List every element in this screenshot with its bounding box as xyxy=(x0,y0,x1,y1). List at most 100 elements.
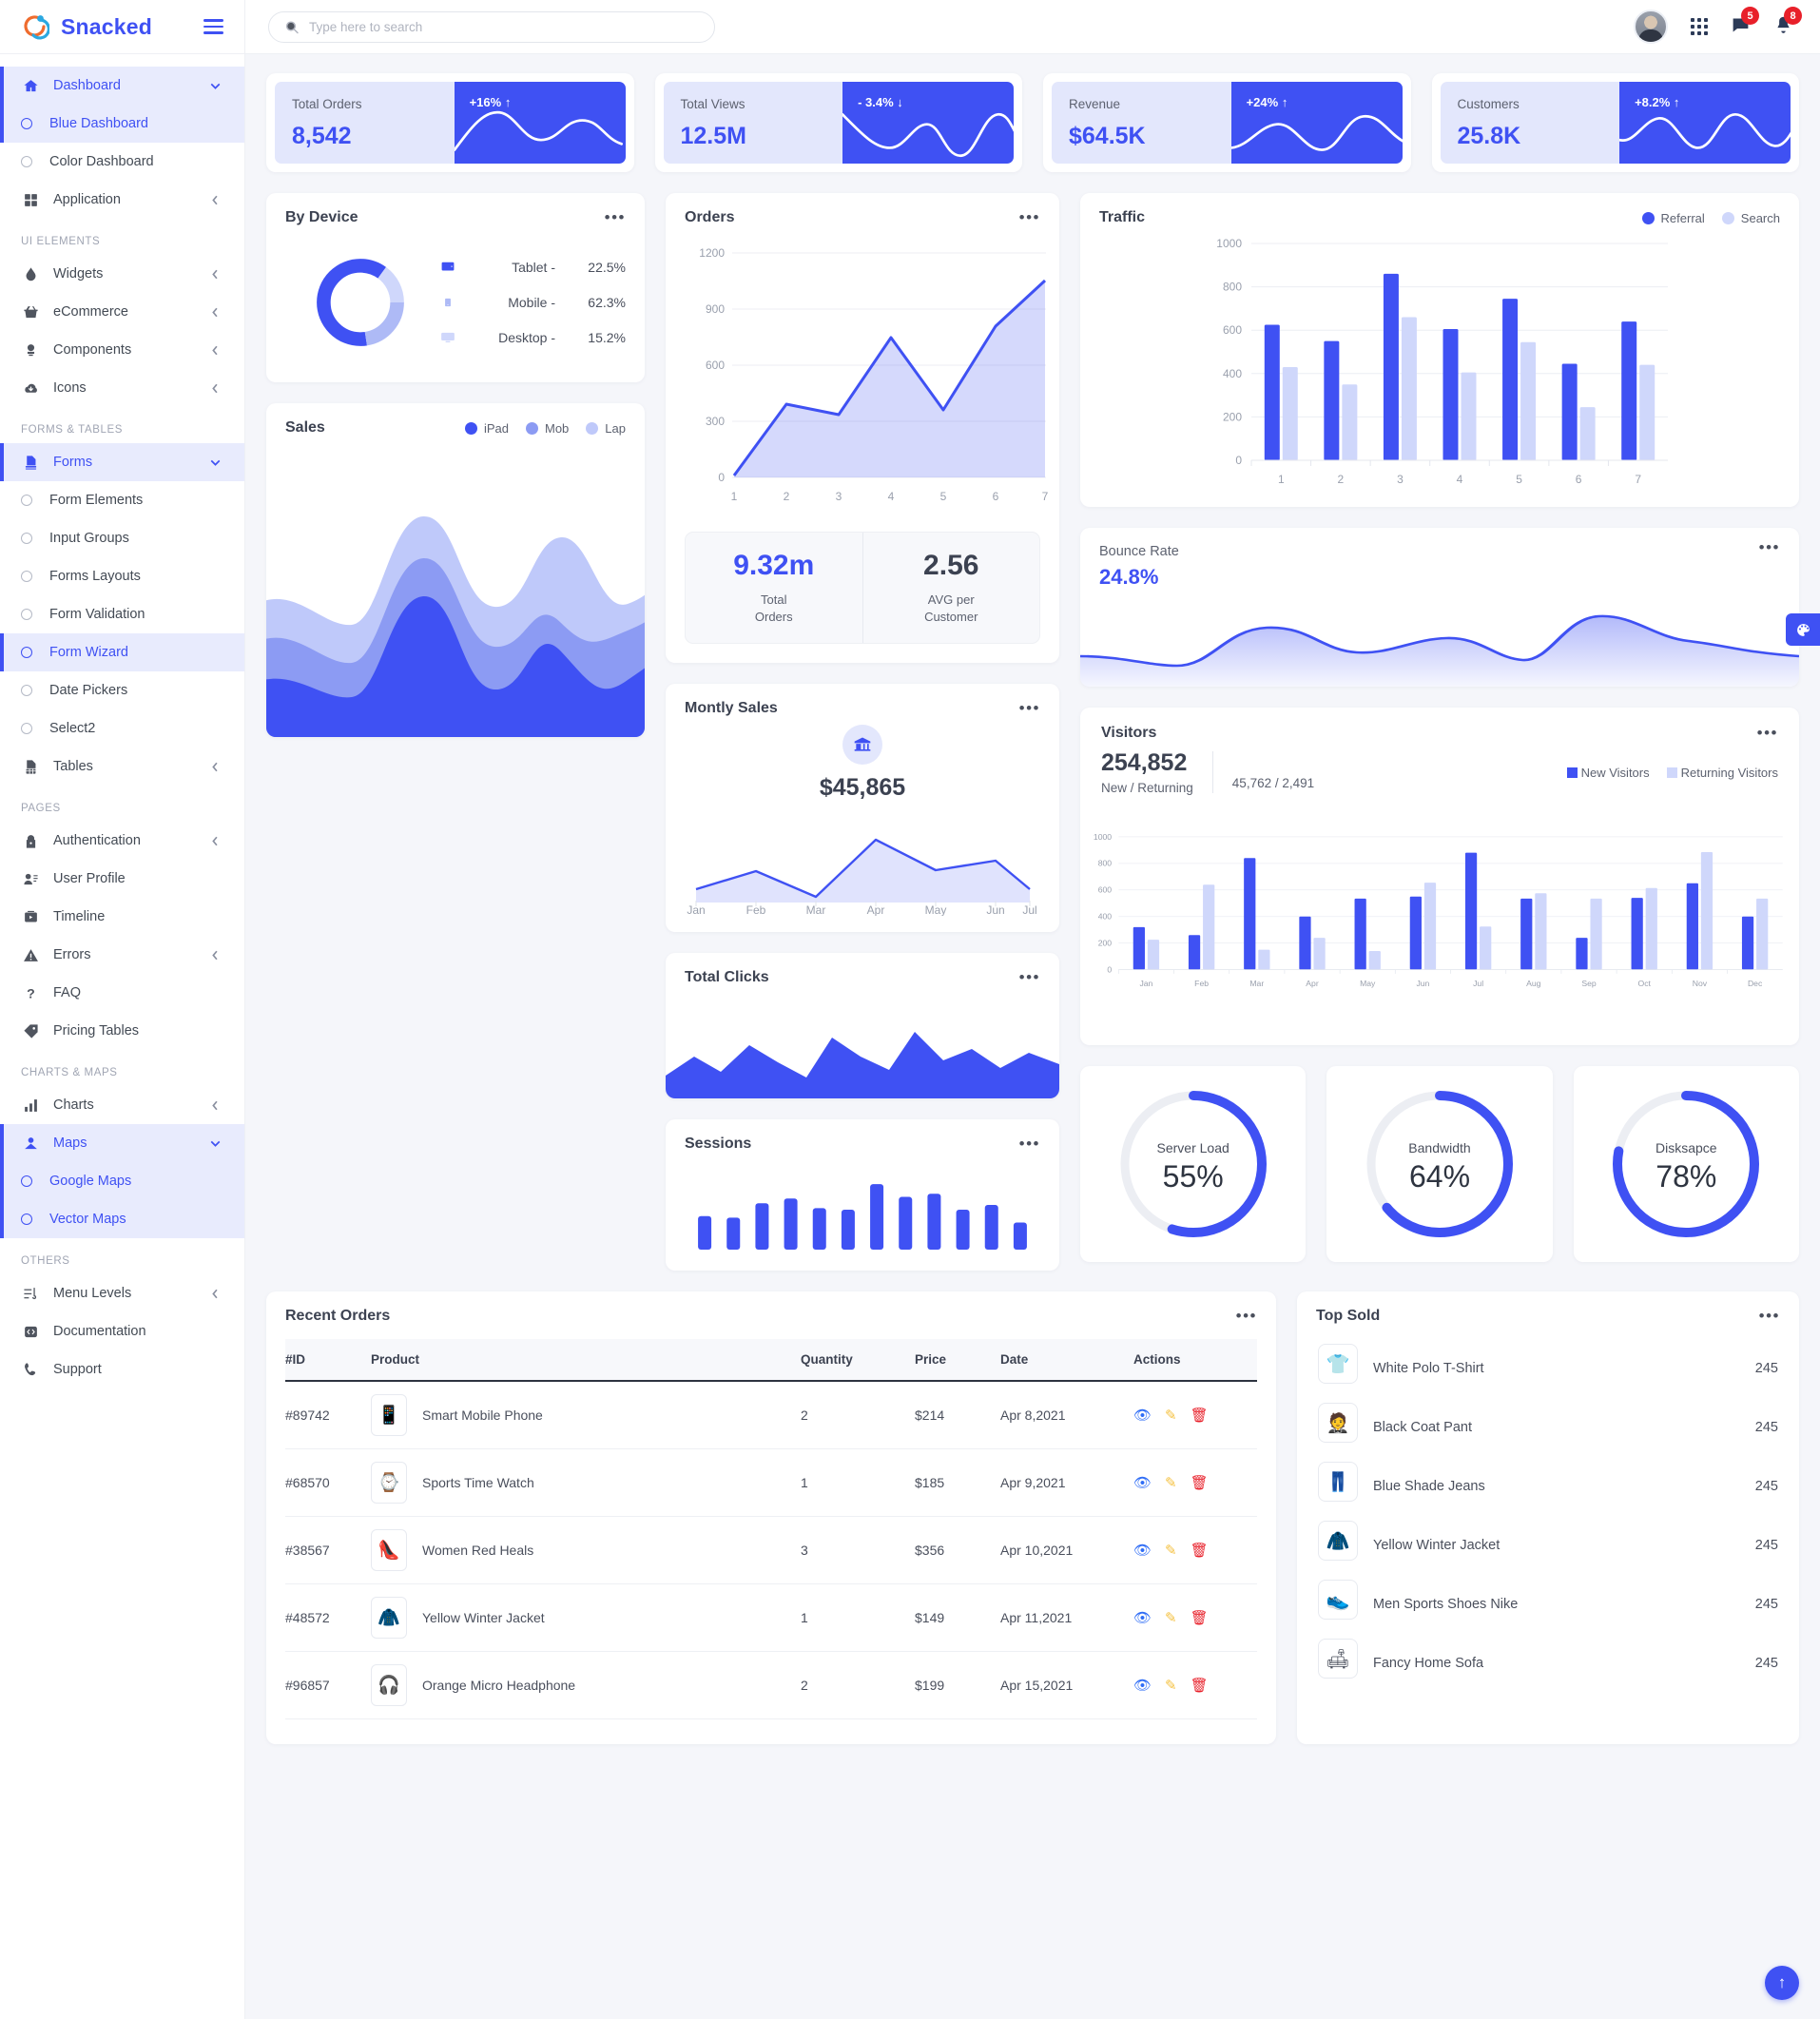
search-box[interactable] xyxy=(268,10,715,43)
top-sold-item[interactable]: 🧥 Yellow Winter Jacket 245 xyxy=(1297,1511,1799,1570)
stat-card-customers[interactable]: Customers 25.8K +8.2% ↑ xyxy=(1431,73,1799,172)
sidebar-item-application[interactable]: Application xyxy=(0,181,244,219)
more-icon[interactable]: ••• xyxy=(605,209,626,225)
edit-icon[interactable]: ✎ xyxy=(1165,1542,1177,1559)
device-legend-row[interactable]: Tablet - 22.5% xyxy=(437,260,626,275)
sidebar-item-faq[interactable]: ? FAQ xyxy=(0,974,244,1012)
sidebar-item-menu-levels[interactable]: Menu Levels xyxy=(0,1274,244,1312)
sidebar-item-blue-dashboard[interactable]: Blue Dashboard xyxy=(0,105,244,143)
delete-icon[interactable]: 🗑 xyxy=(1191,1407,1209,1424)
table-row[interactable]: #89742 📱 Smart Mobile Phone 2 $214 Apr 8,2021… xyxy=(285,1381,1257,1449)
delete-icon[interactable]: 🗑 xyxy=(1191,1542,1209,1559)
sidebar-item-select2[interactable]: Select2 xyxy=(0,709,244,747)
sidebar-item-vector-maps[interactable]: Vector Maps xyxy=(0,1200,244,1238)
edit-icon[interactable]: ✎ xyxy=(1165,1474,1177,1491)
more-icon[interactable]: ••• xyxy=(1759,1308,1780,1324)
stat-card-total-views[interactable]: Total Views 12.5M - 3.4% ↓ xyxy=(654,73,1022,172)
stat-label: Customers xyxy=(1457,97,1520,111)
sidebar-item-input-groups[interactable]: Input Groups xyxy=(0,519,244,557)
avatar[interactable] xyxy=(1634,10,1668,44)
sidebar-item-date-pickers[interactable]: Date Pickers xyxy=(0,671,244,709)
top-sold-item[interactable]: 👟 Men Sports Shoes Nike 245 xyxy=(1297,1570,1799,1629)
search-input[interactable] xyxy=(308,19,699,34)
sidebar-item-color-dashboard[interactable]: Color Dashboard xyxy=(0,143,244,181)
edit-icon[interactable]: ✎ xyxy=(1165,1609,1177,1626)
legend-mob[interactable]: Mob xyxy=(526,421,569,436)
more-icon[interactable]: ••• xyxy=(1019,1136,1040,1152)
sidebar-item-pricing-tables[interactable]: Pricing Tables xyxy=(0,1012,244,1050)
bar xyxy=(1645,887,1657,970)
total-clicks-header: Total Clicks ••• xyxy=(666,953,1059,986)
sidebar-item-icons[interactable]: Icons xyxy=(0,369,244,407)
sidebar-item-widgets[interactable]: Widgets xyxy=(0,255,244,293)
messages-button[interactable]: 5 xyxy=(1731,7,1759,38)
stat-card-revenue[interactable]: Revenue $64.5K +24% ↑ xyxy=(1043,73,1411,172)
sales-title: Sales xyxy=(285,419,325,436)
sidebar-item-support[interactable]: Support xyxy=(0,1350,244,1388)
top-sold-item[interactable]: 🛋 Fancy Home Sofa 245 xyxy=(1297,1629,1799,1688)
table-row[interactable]: #68570 ⌚ Sports Time Watch 1 $185 Apr 9,2021 👁… xyxy=(285,1448,1257,1517)
sidebar-item-google-maps[interactable]: Google Maps xyxy=(0,1162,244,1200)
legend-ipad[interactable]: iPad xyxy=(464,421,509,436)
sidebar-item-user-profile[interactable]: User Profile xyxy=(0,860,244,898)
sidebar-item-tables[interactable]: Tables xyxy=(0,747,244,786)
more-icon[interactable]: ••• xyxy=(1019,209,1040,225)
edit-icon[interactable]: ✎ xyxy=(1165,1407,1177,1424)
top-sold-item[interactable]: 👖 Blue Shade Jeans 245 xyxy=(1297,1452,1799,1511)
legend-returning-visitors[interactable]: Returning Visitors xyxy=(1666,766,1778,780)
sidebar-item-ecommerce[interactable]: eCommerce xyxy=(0,293,244,331)
notifications-button[interactable]: 8 xyxy=(1773,7,1802,38)
sidebar-item-dashboard[interactable]: Dashboard xyxy=(0,67,244,105)
legend-lap[interactable]: Lap xyxy=(586,421,626,436)
legend-search[interactable]: Search xyxy=(1721,211,1780,225)
top-sold-item[interactable]: 👕 White Polo T-Shirt 245 xyxy=(1297,1334,1799,1393)
sidebar-item-charts[interactable]: Charts xyxy=(0,1086,244,1124)
view-icon[interactable]: 👁 xyxy=(1133,1407,1152,1424)
sidebar-item-documentation[interactable]: Documentation xyxy=(0,1312,244,1350)
more-icon[interactable]: ••• xyxy=(1759,539,1780,555)
sidebar-item-timeline[interactable]: Timeline xyxy=(0,898,244,936)
sidebar-item-form-elements[interactable]: Form Elements xyxy=(0,481,244,519)
phone-icon: 📱 xyxy=(371,1394,407,1436)
more-icon[interactable]: ••• xyxy=(1236,1308,1257,1324)
view-icon[interactable]: 👁 xyxy=(1133,1677,1152,1694)
view-icon[interactable]: 👁 xyxy=(1133,1474,1152,1491)
sidebar-item-forms[interactable]: Forms xyxy=(0,443,244,481)
product-name: Yellow Winter Jacket xyxy=(422,1610,545,1625)
apps-grid-icon[interactable] xyxy=(1691,18,1708,35)
table-row[interactable]: #48572 🧥 Yellow Winter Jacket 1 $149 Apr 11,2… xyxy=(285,1583,1257,1652)
sidebar-item-errors[interactable]: Errors xyxy=(0,936,244,974)
more-icon[interactable]: ••• xyxy=(1019,969,1040,985)
sidebar-item-form-wizard[interactable]: Form Wizard xyxy=(0,633,244,671)
delete-icon[interactable]: 🗑 xyxy=(1191,1609,1209,1626)
top-sold-item[interactable]: 🤵 Black Coat Pant 245 xyxy=(1297,1393,1799,1452)
sidebar-item-label: Dashboard xyxy=(53,78,121,93)
gauge-label: Disksapce xyxy=(1655,1140,1717,1155)
legend-referral[interactable]: Referral xyxy=(1641,211,1705,225)
legend-new-visitors[interactable]: New Visitors xyxy=(1566,766,1650,780)
headphone-icon: 🎧 xyxy=(371,1664,407,1706)
hamburger-icon[interactable] xyxy=(203,19,223,34)
delete-icon[interactable]: 🗑 xyxy=(1191,1474,1209,1491)
more-icon[interactable]: ••• xyxy=(1019,700,1040,716)
sidebar-item-maps[interactable]: Maps xyxy=(0,1124,244,1162)
view-icon[interactable]: 👁 xyxy=(1133,1609,1152,1626)
table-row[interactable]: #38567 👠 Women Red Heals 3 $356 Apr 10,2021 👁 ✎… xyxy=(285,1516,1257,1584)
stat-card-total-orders[interactable]: Total Orders 8,542 +16% ↑ xyxy=(266,73,634,172)
scroll-to-top-button[interactable]: ↑ xyxy=(1765,1966,1799,2000)
more-icon[interactable]: ••• xyxy=(1757,725,1778,741)
view-icon[interactable]: 👁 xyxy=(1133,1542,1152,1559)
sidebar-item-components[interactable]: Components xyxy=(0,331,244,369)
sidebar-item-authentication[interactable]: Authentication xyxy=(0,822,244,860)
radio-icon xyxy=(17,1175,36,1187)
edit-icon[interactable]: ✎ xyxy=(1165,1677,1177,1694)
theme-settings-button[interactable] xyxy=(1786,613,1820,646)
sidebar-item-form-validation[interactable]: Form Validation xyxy=(0,595,244,633)
svg-text:4: 4 xyxy=(888,490,895,503)
device-legend-row[interactable]: Desktop - 15.2% xyxy=(437,330,626,345)
delete-icon[interactable]: 🗑 xyxy=(1191,1677,1209,1694)
device-legend-row[interactable]: Mobile - 62.3% xyxy=(437,295,626,310)
total-clicks-card: Total Clicks ••• xyxy=(666,953,1059,1098)
table-row[interactable]: #96857 🎧 Orange Micro Headphone 2 $199 Apr 15… xyxy=(285,1651,1257,1719)
sidebar-item-forms-layouts[interactable]: Forms Layouts xyxy=(0,557,244,595)
